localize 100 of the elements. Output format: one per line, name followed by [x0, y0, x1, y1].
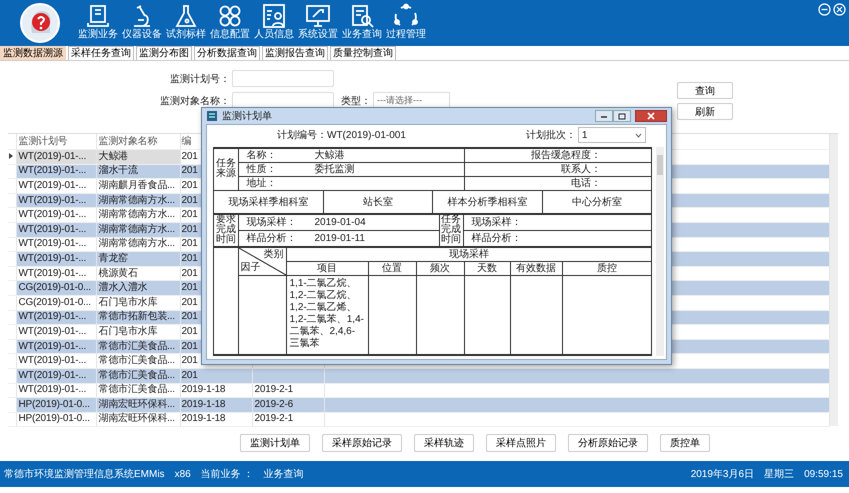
form-label: 现场采样：	[246, 216, 298, 228]
table-cell: 201	[182, 282, 198, 294]
table-cell: 201	[182, 326, 198, 337]
menu-item[interactable]: 过程管理	[384, 3, 428, 41]
table-cell: 201	[182, 150, 198, 162]
tab[interactable]: 采样任务查询	[68, 46, 134, 60]
action-button[interactable]: 监测计划单	[240, 434, 310, 452]
column-header: 编	[182, 136, 192, 146]
menu-item[interactable]: 业务查询	[340, 3, 384, 41]
column-header: 频次	[430, 262, 450, 274]
minimize-icon[interactable]	[818, 3, 831, 16]
table-cell: 湖南常德南方水...	[98, 224, 175, 235]
table-cell: 201	[182, 180, 198, 191]
dialog-title: 监测计划单	[222, 110, 272, 123]
close-icon[interactable]	[833, 3, 846, 16]
table-cell: 石门皂市水库	[98, 326, 158, 337]
table-cell: 2019-1-18	[182, 384, 226, 396]
table-cell: 201	[182, 194, 198, 206]
action-button[interactable]: 质控单	[660, 434, 710, 452]
table-cell: 201	[182, 224, 198, 235]
table-cell: WT(2019)-01-...	[18, 165, 86, 176]
table-cell: 溜水干流	[98, 165, 138, 176]
current-business: 业务查询	[263, 468, 304, 481]
person-card-icon	[261, 3, 287, 29]
form-label: 样品分析：	[472, 232, 522, 244]
plan-number: 计划编号：WT(2019)-01-001	[277, 128, 406, 142]
action-button[interactable]: 采样点照片	[486, 434, 556, 452]
tab[interactable]: 质量控制查询	[330, 46, 396, 60]
table-cell: WT(2019)-01-...	[18, 194, 86, 206]
tab[interactable]: 监测报告查询	[262, 46, 328, 60]
batch-label: 计划批次：	[526, 128, 576, 142]
table-cell: HP(2019)-01-0...	[18, 413, 90, 424]
table-cell: 2019-2-1	[254, 384, 293, 396]
form-label: 性质：	[246, 164, 278, 176]
header-label: 类别	[264, 249, 284, 261]
scrollbar[interactable]	[830, 134, 838, 426]
table-cell: 常德市汇美食品...	[98, 384, 175, 396]
form-value: 2019-01-04	[314, 216, 366, 228]
maximize-icon	[618, 112, 626, 120]
office-label: 样本分析季相科室	[447, 196, 528, 209]
table-cell: CG(2019)-01-0...	[18, 296, 91, 308]
column-header: 有效数据	[516, 262, 556, 274]
table-cell: WT(2019)-01-...	[18, 311, 86, 322]
table-cell: WT(2019)-01-...	[18, 180, 86, 191]
action-button[interactable]: 分析原始记录	[568, 434, 648, 452]
action-button[interactable]: 采样轨迹	[414, 434, 474, 452]
header-label: 因子	[240, 262, 260, 274]
form-value: 2019-01-11	[314, 232, 365, 244]
form-label: 地址：	[246, 178, 278, 190]
table-cell: 桃源黄石	[98, 268, 138, 279]
table-cell: 2019-1-18	[182, 413, 226, 424]
table-cell: 2019-1-18	[182, 398, 226, 410]
menu-item[interactable]: 人员信息	[252, 3, 296, 41]
search-button[interactable]: 查询	[677, 82, 733, 99]
table-cell: 201	[182, 165, 198, 176]
menu-item[interactable]: 监测业务	[76, 3, 120, 41]
circles-icon	[217, 3, 243, 29]
tab[interactable]: 监测分布图	[136, 46, 192, 60]
table-cell: 201	[182, 238, 198, 250]
form-label: 报告缓急程度：	[531, 150, 601, 160]
item-list: 1,1-二氯乙烷、1,2-二氯乙烷、1,2-二氯乙烯、1,2-二氯苯、1,4-二氯苯、2,4,6-三氯苯	[290, 278, 364, 350]
maximize-button[interactable]	[613, 110, 631, 122]
action-button[interactable]: 采样原始记录	[322, 434, 402, 452]
current-label: 当前业务 ：	[200, 468, 254, 481]
tab[interactable]: 分析数据查询	[194, 46, 260, 60]
table-cell: 湖南宏旺环保科...	[98, 413, 175, 424]
menu-item[interactable]: 试剂标样	[164, 3, 208, 41]
column-header: 位置	[382, 262, 402, 274]
column-header: 质控	[596, 262, 617, 274]
office-label: 站长室	[362, 196, 393, 209]
menu-item[interactable]: 仪器设备	[120, 3, 164, 41]
table-cell: 2019-2-1	[254, 413, 293, 424]
column-header: 监测对象名称	[98, 136, 158, 146]
row-pointer-icon	[9, 152, 13, 159]
table-cell: WT(2019)-01-...	[18, 150, 86, 162]
menu-item[interactable]: 系统设置	[296, 3, 340, 41]
table-cell: WT(2019)-01-...	[18, 326, 86, 337]
table-cell: 常德市拓新包装...	[98, 311, 175, 322]
table-cell: 201	[182, 311, 198, 322]
column-header: 项目	[317, 262, 337, 274]
table-cell: WT(2019)-01-...	[18, 268, 86, 279]
form-label: 现场采样：	[472, 216, 522, 228]
search-button[interactable]: 刷新	[677, 103, 733, 120]
minimize-button[interactable]	[595, 110, 613, 122]
close-button[interactable]	[635, 110, 667, 122]
document-search-icon	[349, 3, 375, 29]
menu-item[interactable]: 信息配置	[208, 3, 252, 41]
table-cell: WT(2019)-01-...	[18, 252, 86, 264]
table-cell: WT(2019)-01-...	[18, 355, 86, 366]
field-label: 监测对象名称：	[159, 94, 230, 108]
table-cell: 青龙窑	[98, 252, 128, 264]
batch-dropdown[interactable]: 1	[578, 127, 646, 143]
table-cell: 201	[182, 296, 198, 308]
scrollbar[interactable]	[656, 147, 664, 356]
table-cell: WT(2019)-01-...	[18, 224, 86, 235]
help-logo-icon	[20, 3, 60, 43]
input-field[interactable]	[232, 70, 334, 87]
tab[interactable]: 监测数据溯源	[0, 46, 66, 60]
table-cell: 大鲸港	[98, 150, 128, 162]
table-cell: WT(2019)-01-...	[18, 370, 86, 381]
